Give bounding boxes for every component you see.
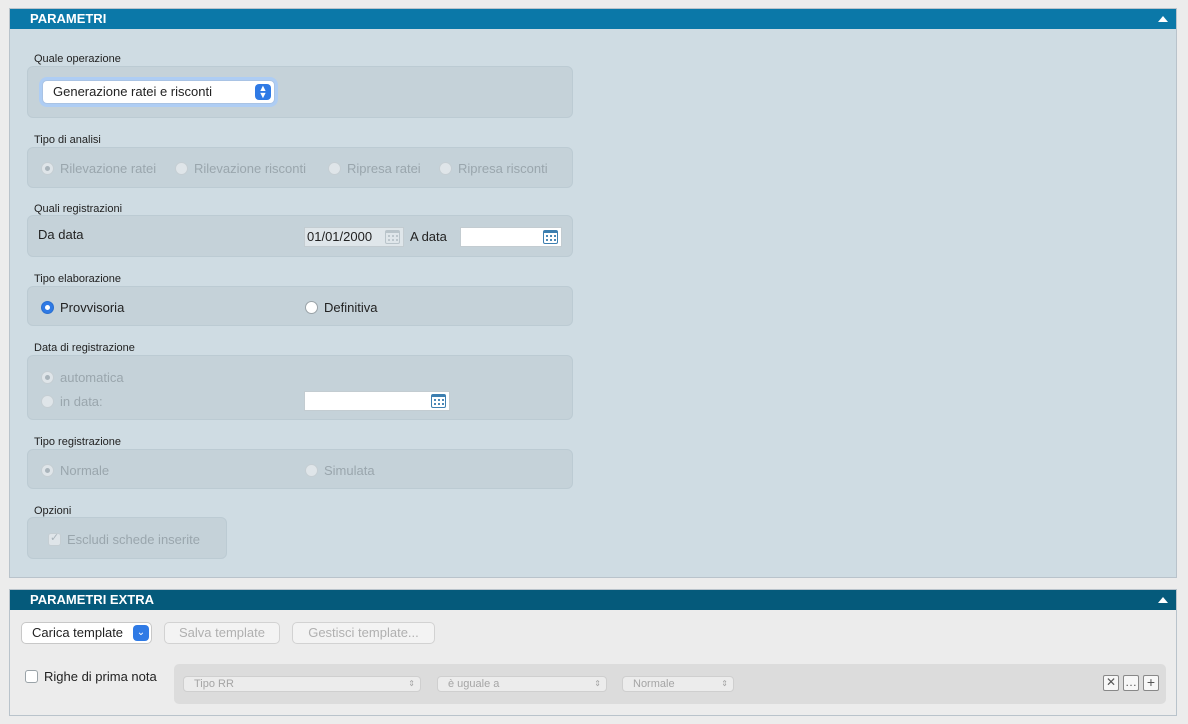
radio-indicator [41, 371, 54, 385]
radio-definitiva[interactable]: Definitiva [305, 299, 377, 315]
calendar-icon[interactable] [431, 394, 446, 408]
radio-label: Ripresa ratei [347, 161, 421, 177]
radio-label: Rilevazione ratei [60, 161, 157, 177]
radio-indicator [328, 162, 341, 176]
radio-label: automatica [60, 370, 124, 386]
in-data-field[interactable] [304, 391, 450, 411]
radio-indicator [41, 301, 54, 315]
popup-arrows-icon: ⇕ [721, 679, 728, 688]
popup-arrows-icon: ▲ ▼ [255, 84, 271, 100]
a-data-field[interactable] [460, 227, 562, 247]
radio-indicator [41, 162, 54, 176]
tipo-registrazione-label: Tipo registrazione [34, 436, 122, 448]
calendar-icon[interactable] [385, 230, 400, 244]
radio-label: Ripresa risconti [458, 161, 548, 177]
radio-label: Simulata [324, 463, 375, 479]
opzioni-box: Escludi schede inserite [27, 517, 227, 559]
radio-label: in data: [60, 394, 103, 410]
righe-prima-nota-checkbox[interactable]: Righe di prima nota [25, 668, 157, 684]
tipo-analisi-label: Tipo di analisi [34, 134, 101, 146]
radio-indicator [305, 464, 318, 478]
tipo-analisi-box: Rilevazione ratei Rilevazione risconti R… [27, 147, 573, 188]
filter-field-select[interactable]: Tipo RR ⇕ [183, 676, 421, 692]
salva-template-button[interactable]: Salva template [164, 622, 280, 644]
salva-template-label: Salva template [179, 625, 265, 640]
radio-ripresa-risconti[interactable]: Ripresa risconti [439, 160, 548, 176]
gestisci-template-button[interactable]: Gestisci template... [292, 622, 435, 644]
radio-indicator [305, 301, 318, 315]
parametri-title: PARAMETRI [30, 11, 107, 26]
parametri-extra-header: PARAMETRI EXTRA [10, 590, 1176, 610]
radio-automatica[interactable]: automatica [41, 369, 124, 385]
tipo-elaborazione-box: Provvisoria Definitiva [27, 286, 573, 326]
radio-indicator [41, 464, 54, 478]
radio-provvisoria[interactable]: Provvisoria [41, 299, 124, 315]
tipo-elaborazione-label: Tipo elaborazione [34, 273, 122, 285]
escludi-schede-checkbox[interactable]: Escludi schede inserite [48, 531, 200, 547]
opzioni-label: Opzioni [34, 505, 72, 517]
radio-label: Definitiva [324, 300, 378, 316]
data-registrazione-box: automatica in data: [27, 355, 573, 420]
filter-value-value: Normale [633, 678, 675, 690]
da-data-field[interactable]: 01/01/2000 [304, 227, 404, 247]
operazione-select-value: Generazione ratei e risconti [53, 84, 212, 99]
data-registrazione-label: Data di registrazione [34, 342, 135, 354]
operazione-select[interactable]: Generazione ratei e risconti ▲ ▼ [42, 80, 275, 104]
tipo-registrazione-box: Normale Simulata [27, 449, 573, 489]
popup-arrows-icon: ⇕ [594, 679, 601, 688]
collapse-arrow-icon[interactable] [1158, 597, 1168, 603]
operazione-box: Generazione ratei e risconti ▲ ▼ [27, 66, 573, 118]
popup-arrows-icon: ⇕ [408, 679, 415, 688]
radio-rilevazione-ratei[interactable]: Rilevazione ratei [41, 160, 156, 176]
radio-indicator [175, 162, 188, 176]
checkbox-label: Escludi schede inserite [67, 532, 200, 548]
parametri-extra-panel: PARAMETRI EXTRA Carica template ⌄ Salva … [9, 589, 1177, 716]
radio-label: Normale [60, 463, 110, 479]
operazione-label: Quale operazione [34, 53, 121, 65]
radio-rilevazione-risconti[interactable]: Rilevazione risconti [175, 160, 306, 176]
remove-icon[interactable]: ✕ [1103, 675, 1119, 691]
parametri-extra-title: PARAMETRI EXTRA [30, 592, 154, 607]
radio-label: Rilevazione risconti [194, 161, 306, 177]
a-data-label: A data [410, 229, 447, 244]
parametri-header: PARAMETRI [10, 9, 1176, 29]
filter-value-select[interactable]: Normale ⇕ [622, 676, 734, 692]
registrazioni-label: Quali registrazioni [34, 203, 123, 215]
da-data-value: 01/01/2000 [307, 229, 373, 244]
radio-in-data[interactable]: in data: [41, 393, 103, 409]
checkbox-label: Righe di prima nota [44, 669, 157, 685]
collapse-arrow-icon[interactable] [1158, 16, 1168, 22]
chevron-down-icon: ⌄ [133, 625, 149, 641]
parametri-panel: PARAMETRI Quale operazione Generazione r… [9, 8, 1177, 578]
checkbox-indicator [48, 531, 61, 547]
da-data-label: Da data [38, 227, 84, 242]
carica-template-label: Carica template [32, 625, 124, 640]
radio-simulata[interactable]: Simulata [305, 462, 375, 478]
gestisci-template-label: Gestisci template... [308, 625, 419, 640]
add-icon[interactable]: + [1143, 675, 1159, 691]
more-icon[interactable]: … [1123, 675, 1139, 691]
filter-operator-select[interactable]: è uguale a ⇕ [437, 676, 607, 692]
radio-indicator [439, 162, 452, 176]
radio-indicator [41, 395, 54, 409]
filter-field-value: Tipo RR [194, 678, 234, 690]
radio-ripresa-ratei[interactable]: Ripresa ratei [328, 160, 421, 176]
carica-template-button[interactable]: Carica template ⌄ [21, 622, 152, 644]
filter-operator-value: è uguale a [448, 678, 500, 690]
radio-normale[interactable]: Normale [41, 462, 109, 478]
registrazioni-box: Da data 01/01/2000 A data [27, 215, 573, 257]
calendar-icon[interactable] [543, 230, 558, 244]
radio-label: Provvisoria [60, 300, 125, 316]
filter-row: Tipo RR ⇕ è uguale a ⇕ Normale ⇕ ✕ … + [174, 664, 1166, 704]
checkbox-indicator [25, 670, 38, 684]
